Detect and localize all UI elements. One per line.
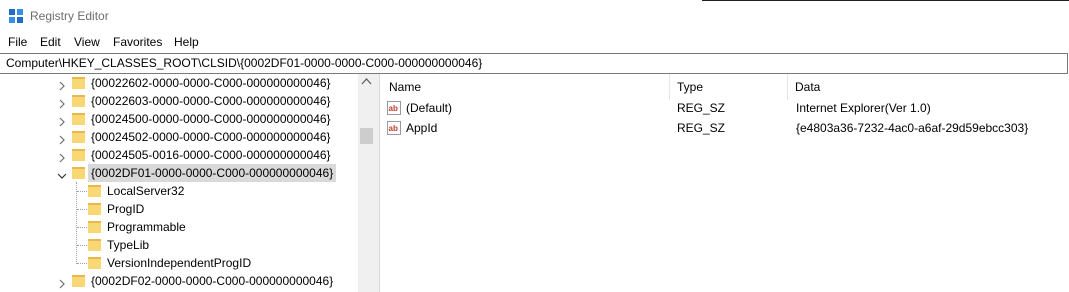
folder-icon xyxy=(72,95,85,107)
folder-icon xyxy=(88,257,101,269)
tree-child-node[interactable]: ProgID xyxy=(0,200,358,218)
column-header-data[interactable]: Data xyxy=(787,74,1069,100)
folder-icon xyxy=(72,131,85,143)
tree-child-node[interactable]: LocalServer32 xyxy=(0,182,358,200)
pane-splitter[interactable] xyxy=(375,74,380,292)
tree-node-label: {00024502-0000-0000-C000-000000000046} xyxy=(91,130,331,144)
value-data: Internet Explorer(Ver 1.0) xyxy=(796,101,931,115)
folder-icon xyxy=(88,203,101,215)
folder-icon xyxy=(72,149,85,161)
tree-node-label: {00022602-0000-0000-C000-000000000046} xyxy=(91,76,331,90)
tree-node-label: {00024500-0000-0000-C000-000000000046} xyxy=(91,112,331,126)
scroll-up-arrow-icon[interactable] xyxy=(358,74,375,90)
tree-node-selected[interactable]: {0002DF01-0000-0000-C000-000000000046} xyxy=(0,164,358,182)
chevron-right-icon[interactable] xyxy=(57,150,67,163)
tree-node-label: {0002DF02-0000-0000-C000-000000000046} xyxy=(91,274,334,288)
svg-text:ab: ab xyxy=(389,104,398,113)
tree-child-node[interactable]: Programmable xyxy=(0,218,358,236)
tree-node-label: {00024505-0016-0000-C000-000000000046} xyxy=(91,148,331,162)
chevron-right-icon[interactable] xyxy=(57,132,67,145)
menu-help[interactable]: Help xyxy=(174,35,199,49)
menu-favorites[interactable]: Favorites xyxy=(113,35,162,49)
value-name: (Default) xyxy=(406,101,453,115)
tree-node-label: ProgID xyxy=(107,202,145,216)
value-data: {e4803a36-7232-4ac0-a6af-29d59ebcc303} xyxy=(796,121,1029,135)
menu-file[interactable]: File xyxy=(8,35,27,49)
folder-icon xyxy=(88,185,101,197)
scrollbar-thumb[interactable] xyxy=(360,128,373,144)
tree-node[interactable]: {0002DF02-0000-0000-C000-000000000046} xyxy=(0,272,358,290)
menu-edit[interactable]: Edit xyxy=(40,35,61,49)
window-edge xyxy=(702,0,1069,1)
tree-child-node[interactable]: VersionIndependentProgID xyxy=(0,254,358,272)
folder-icon xyxy=(88,239,101,251)
folder-open-icon xyxy=(72,167,85,179)
chevron-down-icon[interactable] xyxy=(57,168,67,179)
string-value-icon: ab xyxy=(387,121,401,135)
tree-node[interactable]: {00022602-0000-0000-C000-000000000046} xyxy=(0,74,358,92)
key-tree[interactable]: {00022602-0000-0000-C000-000000000046} {… xyxy=(0,74,358,292)
value-row[interactable]: ab (Default) REG_SZ Internet Explorer(Ve… xyxy=(381,98,1069,118)
tree-child-node[interactable]: TypeLib xyxy=(0,236,358,254)
chevron-right-icon[interactable] xyxy=(57,96,67,109)
value-type: REG_SZ xyxy=(677,101,726,115)
tree-node[interactable]: {00024505-0016-0000-C000-000000000046} xyxy=(0,146,358,164)
folder-icon xyxy=(72,113,85,125)
folder-icon xyxy=(88,221,101,233)
tree-node-label: TypeLib xyxy=(107,238,150,252)
folder-icon xyxy=(72,275,85,287)
column-header-name[interactable]: Name xyxy=(381,74,669,100)
tree-node-label: {0002DF01-0000-0000-C000-000000000046} xyxy=(88,164,337,182)
values-list[interactable]: Name Type Data ab (Default) REG_SZ Inter… xyxy=(381,74,1069,292)
chevron-right-icon[interactable] xyxy=(57,276,67,289)
tree-node[interactable]: {00022603-0000-0000-C000-000000000046} xyxy=(0,92,358,110)
registry-editor-icon xyxy=(9,9,23,23)
column-header-type[interactable]: Type xyxy=(669,74,787,100)
tree-node-label: Programmable xyxy=(107,220,186,234)
folder-icon xyxy=(72,77,85,89)
chevron-right-icon[interactable] xyxy=(57,114,67,127)
tree-node-label: {00022603-0000-0000-C000-000000000046} xyxy=(91,94,331,108)
tree-node-label: LocalServer32 xyxy=(107,184,185,198)
value-name: AppId xyxy=(406,121,438,135)
tree-node-label: VersionIndependentProgID xyxy=(107,256,252,270)
value-type: REG_SZ xyxy=(677,121,726,135)
string-value-icon: ab xyxy=(387,101,401,115)
chevron-right-icon[interactable] xyxy=(57,78,67,91)
value-row[interactable]: ab AppId REG_SZ {e4803a36-7232-4ac0-a6af… xyxy=(381,118,1069,138)
tree-node[interactable]: {00024500-0000-0000-C000-000000000046} xyxy=(0,110,358,128)
window-title: Registry Editor xyxy=(30,9,109,23)
menu-view[interactable]: View xyxy=(74,35,100,49)
tree-scrollbar[interactable] xyxy=(358,74,375,292)
title-bar: Registry Editor xyxy=(0,0,1069,32)
address-path[interactable]: Computer\HKEY_CLASSES_ROOT\CLSID\{0002DF… xyxy=(6,56,482,70)
address-bar[interactable]: Computer\HKEY_CLASSES_ROOT\CLSID\{0002DF… xyxy=(0,53,1068,74)
svg-text:ab: ab xyxy=(389,124,398,133)
tree-node[interactable]: {00024502-0000-0000-C000-000000000046} xyxy=(0,128,358,146)
